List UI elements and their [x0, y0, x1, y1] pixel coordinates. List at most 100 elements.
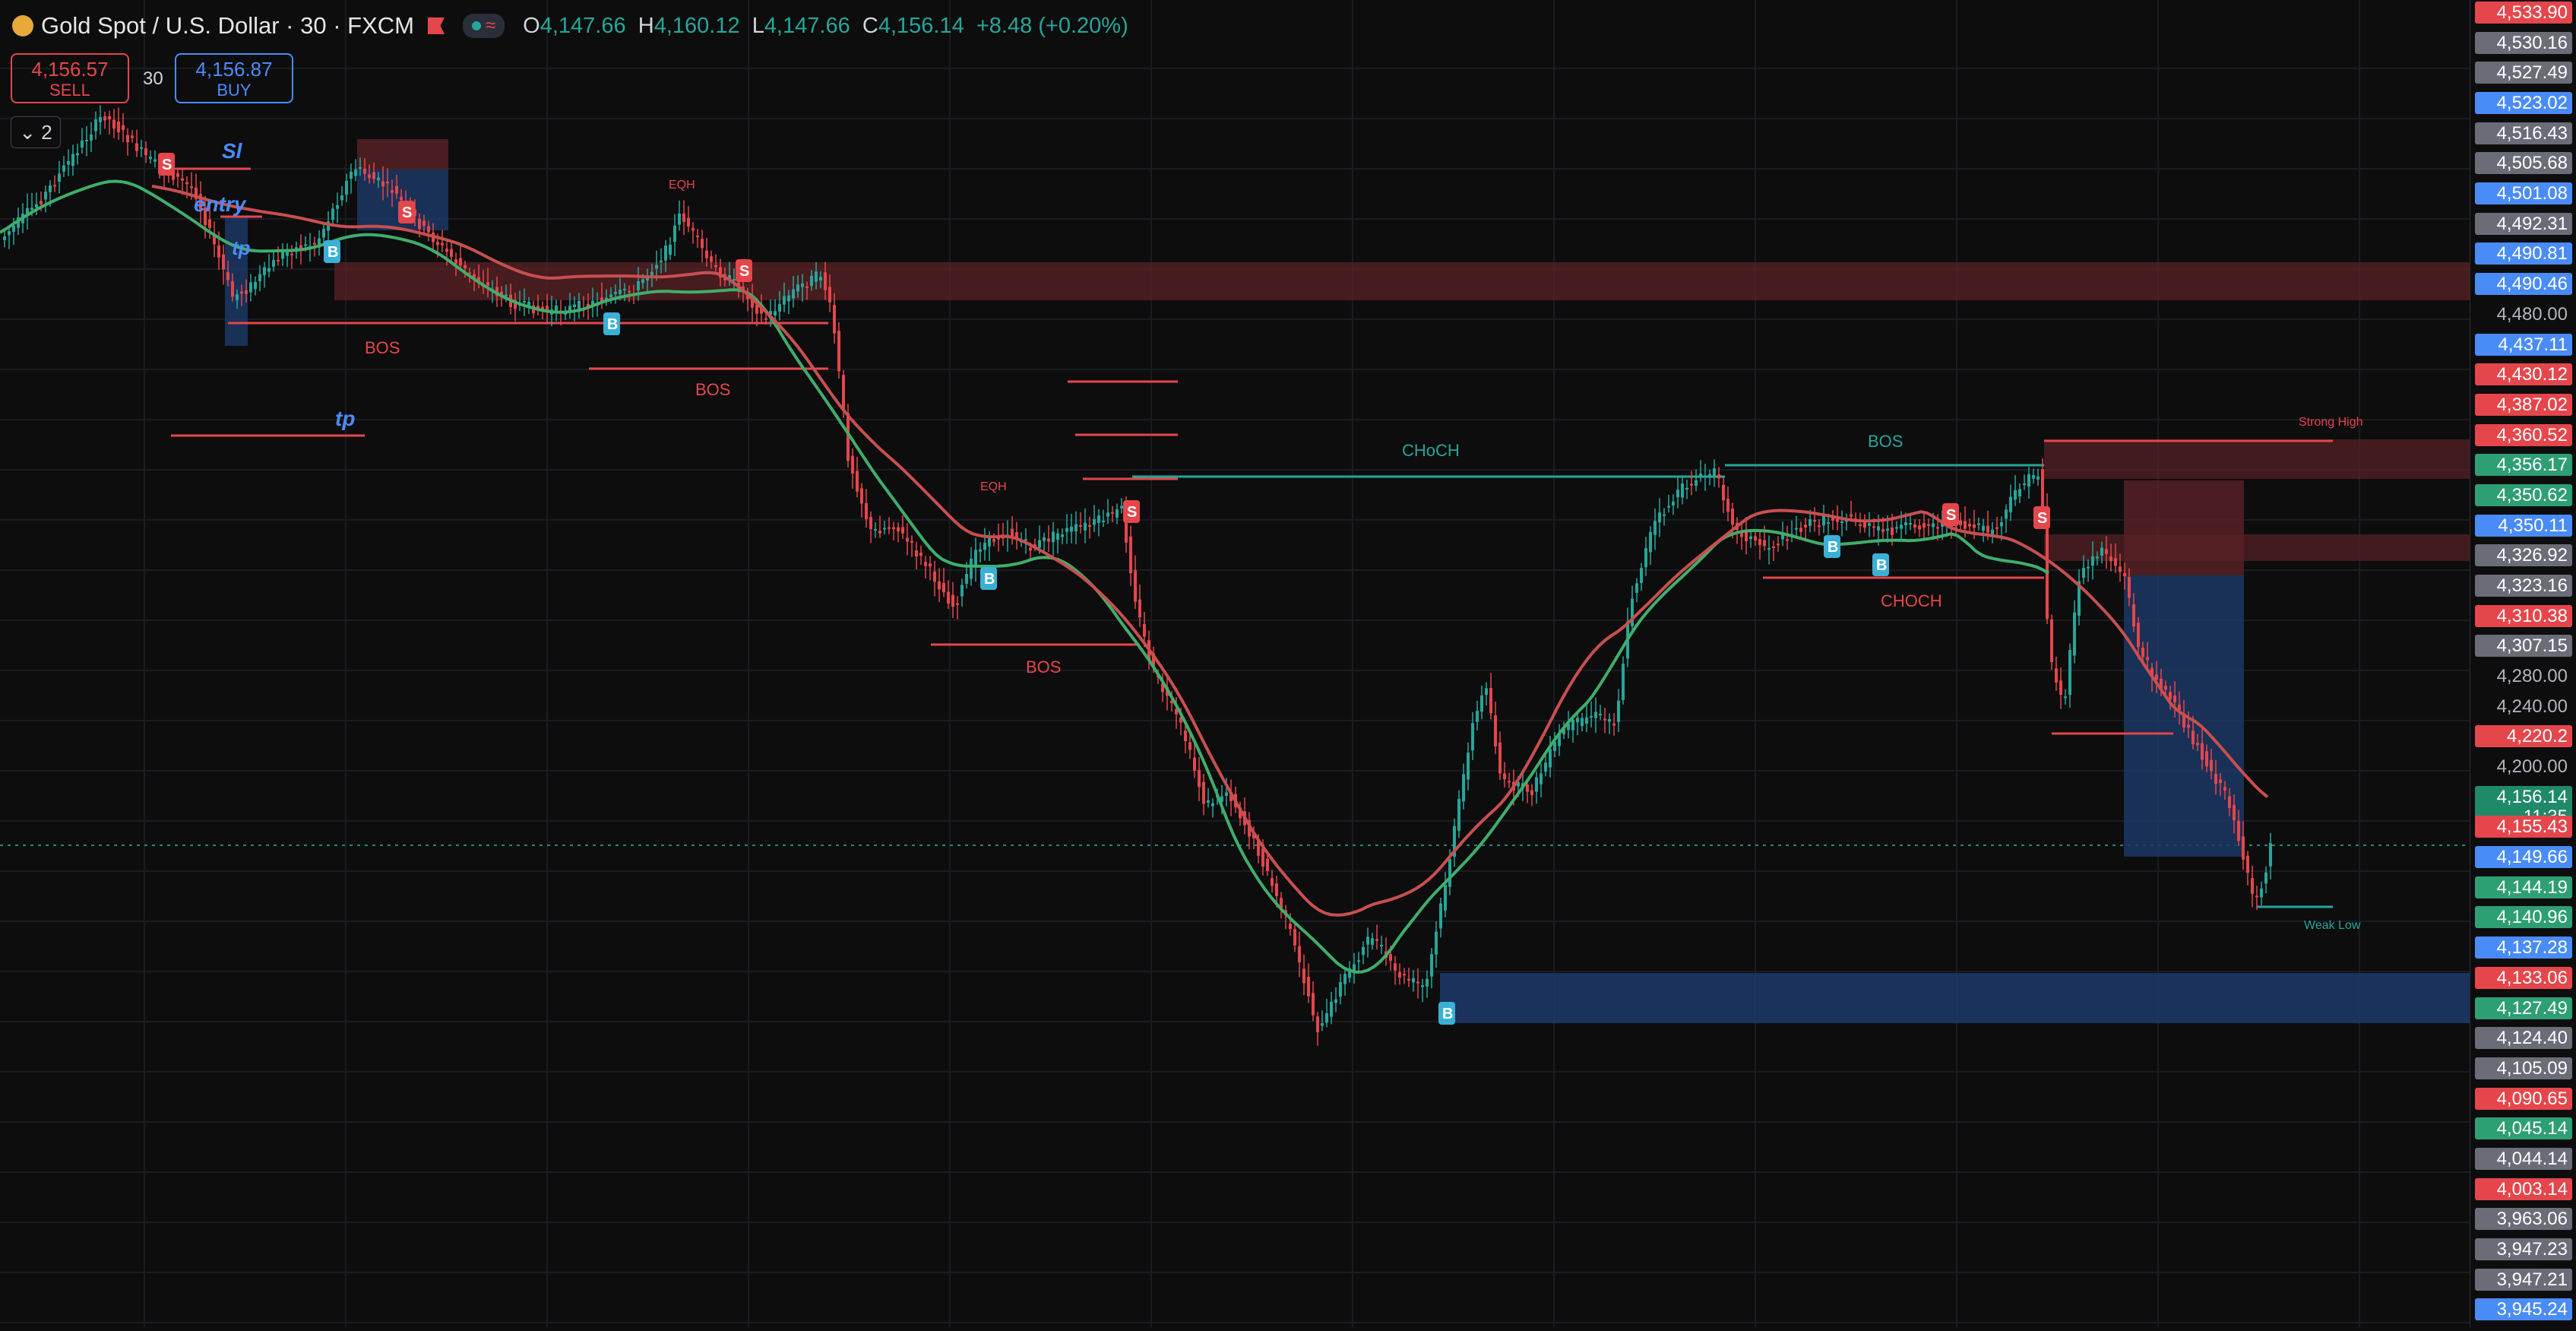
candle-body	[336, 204, 339, 209]
chevron-down-icon: ⌄	[19, 121, 36, 144]
candle-body	[906, 537, 909, 542]
gold-logo-icon	[12, 15, 33, 36]
candle-body	[450, 249, 453, 257]
candle-body	[1129, 536, 1132, 574]
candle-body	[1995, 527, 1998, 529]
candle-body	[1435, 931, 1438, 955]
indicator-layers-toggle[interactable]: ⌄ 2	[11, 116, 61, 148]
candle-body	[1498, 742, 1502, 774]
candle-body	[112, 119, 116, 129]
supply-zone-3	[2044, 534, 2470, 561]
candle-body	[1380, 945, 1383, 947]
price-chart[interactable]: BOS BOS BOS BOS CHoCH CHOCH EQH EQH Strong High W…	[0, 0, 2470, 1327]
candle-body	[1535, 777, 1538, 792]
candle-body	[1936, 527, 1939, 529]
candle-body	[135, 143, 138, 151]
candle-body	[2210, 759, 2213, 772]
symbol-title[interactable]: Gold Spot / U.S. Dollar · 30 · FXCM	[41, 12, 414, 40]
candle-body	[733, 279, 736, 281]
candle-body	[623, 288, 626, 290]
candle-body	[1188, 742, 1191, 750]
candle-body	[2023, 483, 2026, 486]
candle-body	[1371, 938, 1374, 945]
price-scale-label: 4,356.17	[2475, 454, 2572, 476]
candle-body	[1225, 792, 1228, 797]
candle-body	[445, 249, 448, 252]
candle-body	[2264, 872, 2267, 884]
candle-body	[277, 259, 280, 261]
price-scale-label: 3,947.21	[2475, 1269, 2572, 1291]
candle-body	[2128, 577, 2131, 598]
strong-high-label: Strong High	[2299, 416, 2363, 429]
candle-body	[2255, 895, 2258, 898]
candle-body	[2196, 743, 2199, 746]
price-scale-label: 4,200.00	[2496, 756, 2568, 777]
supply-zone-2	[2044, 439, 2470, 479]
candle-body	[1959, 520, 1962, 525]
candle-body	[1822, 515, 1825, 526]
chart-canvas[interactable]: BOS BOS BOS BOS CHoCH CHOCH EQH EQH Strong High W…	[0, 0, 2470, 1327]
candle-body	[1763, 540, 1766, 547]
eqh-label: EQH	[669, 179, 695, 192]
candle-body	[1904, 522, 1907, 525]
candle-body	[117, 121, 120, 133]
candle-body	[226, 272, 229, 280]
candle-body	[81, 140, 84, 148]
candle-body	[1412, 978, 1415, 983]
candle-body	[2114, 558, 2117, 566]
candle-body	[1590, 716, 1593, 718]
candle-body	[1795, 528, 1798, 530]
candle-body	[1389, 954, 1392, 961]
sell-button[interactable]: 4,156.57 SELL	[11, 53, 129, 103]
candle-body	[254, 281, 257, 290]
candle-body	[833, 305, 836, 334]
candle-body	[1622, 664, 1625, 700]
entry-label: entry	[194, 192, 247, 216]
candle-body	[53, 185, 56, 187]
candle-body	[2132, 604, 2135, 627]
candle-body	[1106, 512, 1109, 517]
candle-body	[1271, 878, 1274, 886]
price-scale-label: 4,480.00	[2496, 304, 2568, 325]
sell-price: 4,156.57	[31, 58, 109, 81]
market-status-pill[interactable]: ≈	[462, 14, 505, 38]
order-quantity[interactable]: 30	[143, 68, 163, 90]
candle-body	[1426, 978, 1429, 987]
candle-body	[181, 178, 184, 181]
price-scale-label: 4,516.43	[2475, 122, 2572, 144]
price-scale-label: 4,149.66	[2475, 846, 2572, 868]
price-scale-label: 4,501.08	[2475, 182, 2572, 204]
price-scale[interactable]: 4,533.90 4,530.16 4,527.49 4,523.02 4,516.43…	[2470, 0, 2576, 1327]
buy-signal-label: B	[1876, 557, 1887, 574]
candle-body	[1476, 711, 1479, 722]
candle-body	[1663, 514, 1666, 516]
candle-body	[910, 540, 913, 543]
candle-body	[1093, 518, 1096, 525]
buy-button[interactable]: 4,156.87 BUY	[175, 53, 293, 103]
candle-body	[1923, 523, 1926, 528]
candle-body	[2169, 692, 2172, 700]
price-scale-label: 4,133.06	[2475, 967, 2572, 989]
candle-body	[2228, 796, 2231, 809]
candle-body	[176, 173, 179, 177]
ohlc-values: O4,147.66 H4,160.12 L4,147.66 C4,156.14 …	[523, 13, 1128, 38]
candle-body	[1056, 533, 1059, 540]
candle-body	[960, 585, 964, 597]
candle-body	[865, 502, 868, 520]
candle-body	[938, 581, 941, 590]
price-scale-label: 4,492.31	[2475, 213, 2572, 235]
candle-body	[1088, 524, 1091, 527]
flag-icon[interactable]	[427, 17, 445, 34]
price-scale-label: 4,044.14	[2475, 1148, 2572, 1170]
candle-body	[240, 291, 243, 294]
candle-body	[1690, 483, 1693, 486]
candle-body	[1704, 476, 1707, 478]
symbol-title-row[interactable]: Gold Spot / U.S. Dollar · 30 · FXCM ≈ O4…	[12, 12, 1128, 40]
candle-body	[386, 182, 389, 184]
candle-body	[2260, 888, 2263, 898]
buy-price: 4,156.87	[195, 58, 273, 81]
candle-body	[1530, 790, 1533, 795]
candle-body	[915, 550, 918, 557]
candle-body	[1526, 784, 1529, 792]
candle-body	[673, 225, 676, 242]
